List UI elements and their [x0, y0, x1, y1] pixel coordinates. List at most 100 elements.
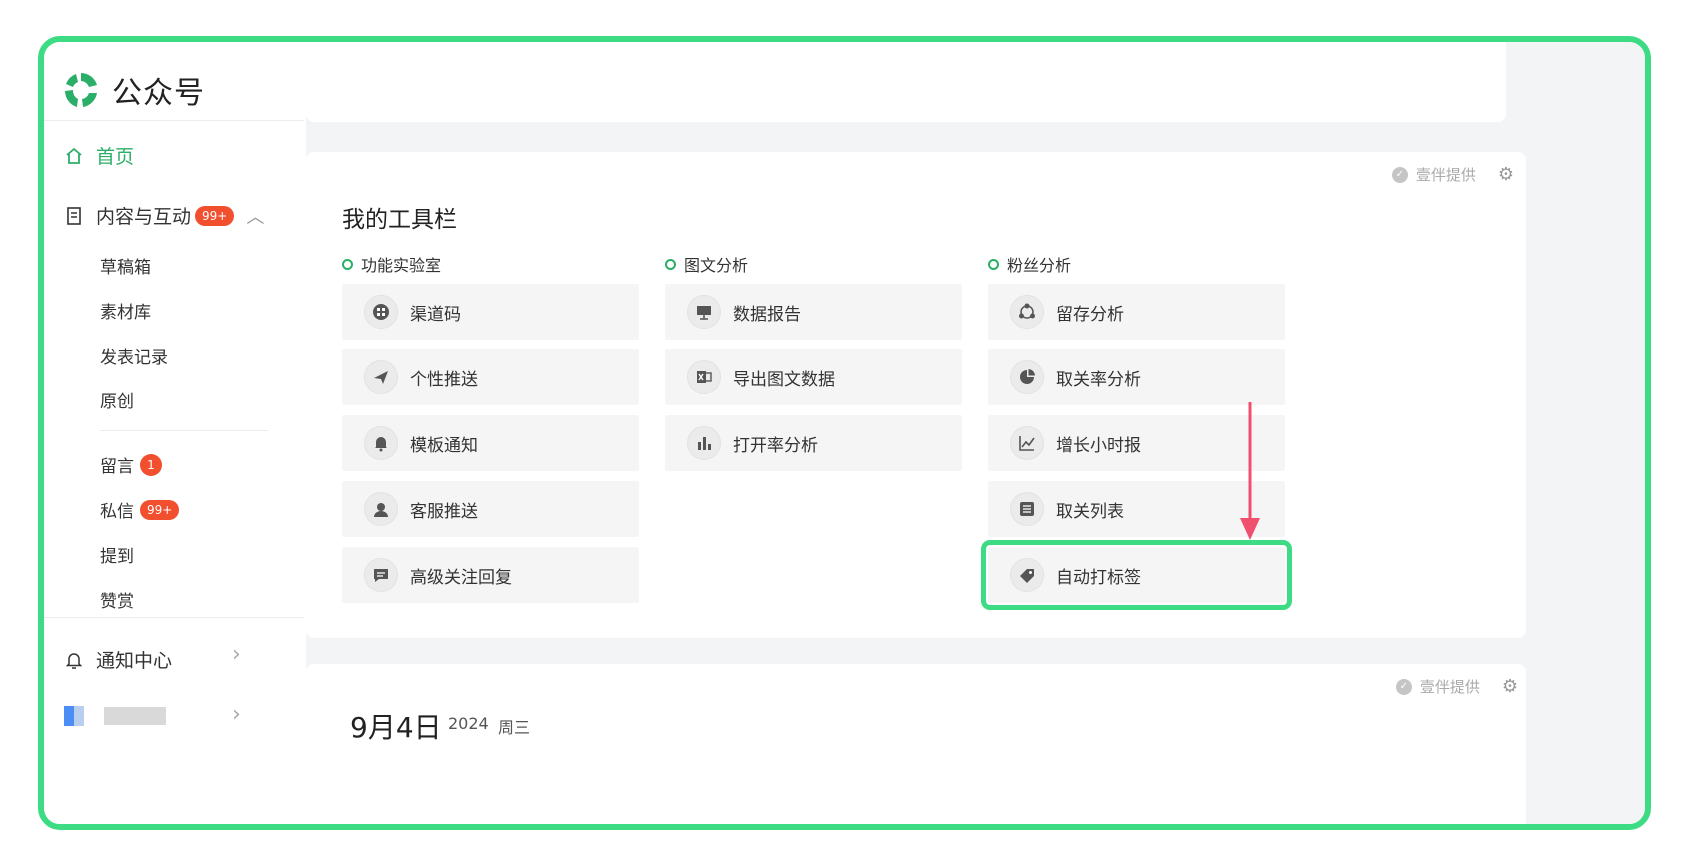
tool-label: 取关列表: [1056, 501, 1124, 522]
content-badge: 99+: [195, 205, 235, 226]
app-frame: 公众号 首页 内容与互动 99+ ︿ 草稿箱 素材库 发表记录 原创 留言 1 …: [38, 36, 1651, 830]
sidebar-item-original[interactable]: 原创: [100, 387, 134, 412]
sidebar-item-label: 私信: [100, 502, 134, 522]
provider-text: 壹伴提供: [1415, 166, 1476, 184]
chevron-right-icon[interactable]: ›: [232, 642, 241, 667]
sidebar-item-comments[interactable]: 留言 1: [100, 452, 162, 477]
reply-icon: [364, 558, 398, 592]
sidebar-item-label: 赞赏: [100, 592, 134, 612]
sidebar-item-label: 内容与互动: [96, 206, 192, 228]
sidebar-divider: [44, 617, 304, 618]
tool-label: 模板通知: [410, 435, 478, 456]
tool-advanced-reply[interactable]: 高级关注回复: [342, 547, 639, 603]
tool-data-report[interactable]: 数据报告: [665, 284, 962, 340]
category-lab: 功能实验室: [342, 252, 441, 276]
tool-label: 导出图文数据: [733, 369, 835, 390]
send-icon: [364, 360, 398, 394]
sidebar-item-label: 提到: [100, 547, 134, 567]
app-title: 公众号: [112, 76, 205, 111]
check-icon: ✓: [1395, 678, 1412, 695]
gear-icon[interactable]: ⚙: [1498, 164, 1514, 185]
date-card: ✓ 壹伴提供 ⚙ 9月4日 2024 周三: [306, 664, 1526, 824]
qrcode-icon: [364, 295, 398, 329]
sidebar-item-mentions[interactable]: 提到: [100, 542, 134, 567]
presentation-icon: [687, 295, 721, 329]
dot-icon: [665, 258, 676, 270]
date-year: 2024: [448, 714, 489, 733]
sidebar-item-publish-records[interactable]: 发表记录: [100, 343, 168, 368]
category-label: 粉丝分析: [1007, 256, 1072, 275]
tool-label: 自动打标签: [1056, 567, 1141, 588]
excel-icon: [687, 360, 721, 394]
bar-chart-icon: [687, 426, 721, 460]
tool-label: 增长小时报: [1056, 435, 1141, 456]
chevron-up-icon[interactable]: ︿: [246, 203, 264, 229]
provider-label: ✓ 壹伴提供 ⚙: [1395, 676, 1518, 697]
sidebar-item-label: 素材库: [100, 303, 151, 323]
check-icon: ✓: [1391, 166, 1408, 183]
bell-icon: [364, 426, 398, 460]
provider-text: 壹伴提供: [1419, 678, 1480, 696]
category-fans-analysis: 粉丝分析: [988, 252, 1071, 276]
provider-label: ✓ 壹伴提供 ⚙: [1391, 164, 1514, 185]
dot-icon: [988, 258, 999, 270]
tool-auto-tag[interactable]: 自动打标签: [981, 540, 1292, 610]
sidebar-item-notifications[interactable]: 通知中心: [64, 646, 172, 673]
logo-icon: [65, 73, 97, 107]
sidebar-item-label: 通知中心: [96, 650, 173, 672]
sidebar-item-label: 发表记录: [100, 348, 168, 368]
account-name-blurred: [104, 707, 166, 725]
toolbar-title: 我的工具栏: [342, 207, 457, 233]
date-weekday: 周三: [498, 718, 531, 737]
tool-retention[interactable]: 留存分析: [988, 284, 1285, 340]
category-label: 图文分析: [684, 256, 749, 275]
sidebar-item-drafts[interactable]: 草稿箱: [100, 253, 151, 278]
bell-outline-icon: [65, 652, 83, 669]
tool-label: 高级关注回复: [410, 567, 512, 588]
sidebar: 公众号 首页 内容与互动 99+ ︿ 草稿箱 素材库 发表记录 原创 留言 1 …: [44, 42, 306, 824]
logo[interactable]: 公众号: [60, 68, 205, 112]
line-chart-icon: [1010, 426, 1044, 460]
sidebar-item-content[interactable]: 内容与互动 99+ ︿: [64, 202, 264, 229]
sidebar-item-materials[interactable]: 素材库: [100, 298, 151, 323]
sidebar-item-rewards[interactable]: 赞赏: [100, 587, 134, 612]
tool-template-notice[interactable]: 模板通知: [342, 415, 639, 471]
messages-badge: 99+: [140, 499, 180, 520]
sidebar-item-label: 首页: [96, 146, 135, 168]
tool-label: 个性推送: [410, 369, 478, 390]
sidebar-item-messages[interactable]: 私信 99+: [100, 497, 180, 522]
gear-icon[interactable]: ⚙: [1502, 676, 1518, 697]
annotation-arrow: [1240, 402, 1260, 540]
dot-icon: [342, 258, 353, 270]
top-card: [306, 42, 1506, 122]
tool-unfollow-rate[interactable]: 取关率分析: [988, 349, 1285, 405]
retention-icon: [1010, 295, 1044, 329]
document-icon: [67, 206, 81, 225]
tool-service-push[interactable]: 客服推送: [342, 481, 639, 537]
chevron-right-icon[interactable]: ›: [232, 702, 241, 727]
sidebar-item-label: 留言: [100, 457, 134, 477]
category-article-analysis: 图文分析: [665, 252, 748, 276]
tool-channel-code[interactable]: 渠道码: [342, 284, 639, 340]
sidebar-item-label: 草稿箱: [100, 258, 151, 278]
tool-label: 渠道码: [410, 304, 461, 325]
list-icon: [1010, 492, 1044, 526]
tool-label: 数据报告: [733, 304, 801, 325]
account-switcher[interactable]: [64, 706, 166, 726]
sidebar-item-home[interactable]: 首页: [64, 142, 134, 169]
home-icon: [66, 147, 82, 164]
tool-open-rate[interactable]: 打开率分析: [665, 415, 962, 471]
tool-export-data[interactable]: 导出图文数据: [665, 349, 962, 405]
sidebar-item-label: 原创: [100, 392, 134, 412]
date-day: 9月4日: [350, 711, 442, 744]
comments-badge: 1: [140, 453, 162, 476]
tool-label: 留存分析: [1056, 304, 1124, 325]
tool-label: 打开率分析: [733, 435, 818, 456]
tool-personal-push[interactable]: 个性推送: [342, 349, 639, 405]
avatar: [64, 706, 84, 726]
pie-chart-icon: [1010, 360, 1044, 394]
tool-label: 客服推送: [410, 501, 478, 522]
service-icon: [364, 492, 398, 526]
tag-icon: [1010, 558, 1044, 592]
sidebar-divider: [100, 430, 268, 431]
